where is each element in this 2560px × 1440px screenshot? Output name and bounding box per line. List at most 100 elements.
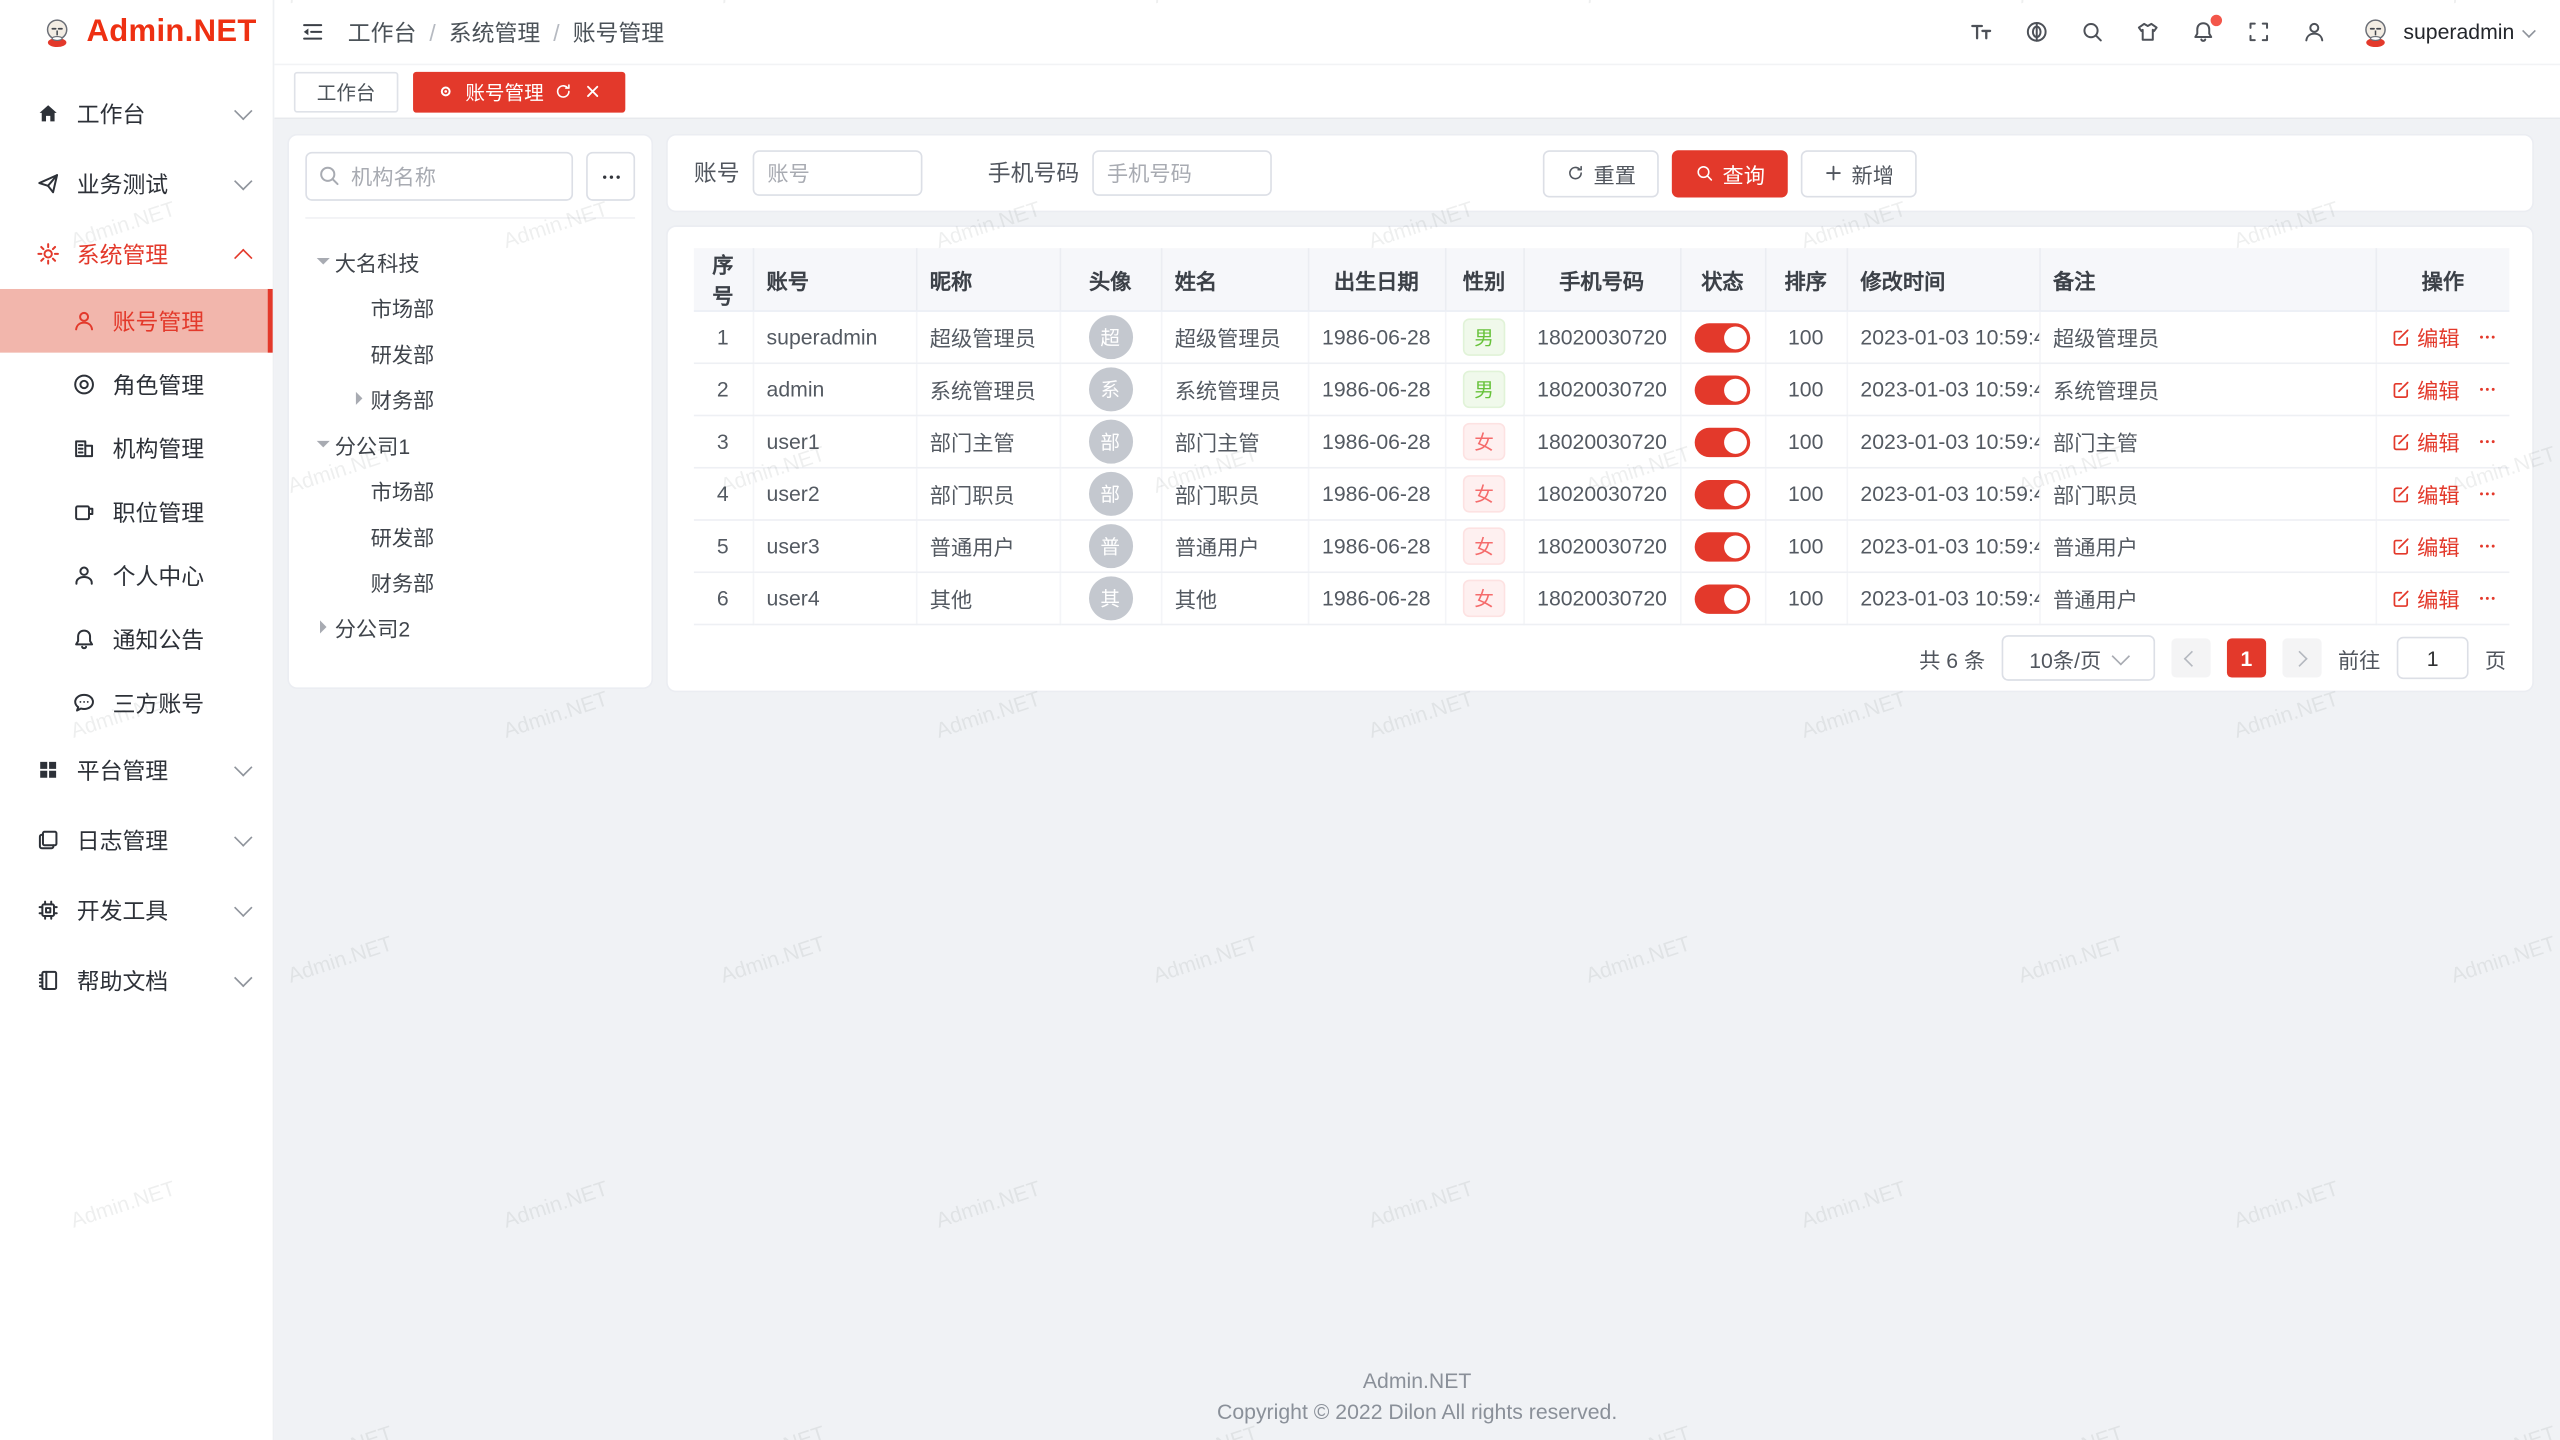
search-label: 查询 [1722, 158, 1764, 189]
tab-label: 账号管理 [465, 78, 543, 106]
status-toggle[interactable] [1695, 584, 1751, 613]
sidebar-subitem[interactable]: 个人中心 [0, 544, 273, 608]
tree-node[interactable]: 财务部 [305, 558, 635, 604]
add-button[interactable]: 新增 [1801, 149, 1917, 196]
sidebar-subitem[interactable]: 职位管理 [0, 480, 273, 544]
phone-input[interactable] [1092, 150, 1272, 196]
sidebar-item[interactable]: 业务测试 [0, 149, 273, 219]
tree-node[interactable]: 分公司1 [305, 421, 635, 467]
user-menu[interactable]: superadmin [2358, 14, 2534, 50]
goto-page-input[interactable] [2397, 637, 2469, 679]
sidebar-subitem[interactable]: 三方账号 [0, 671, 273, 735]
cell-order: 100 [1765, 520, 1847, 572]
sidebar-subitem[interactable]: 角色管理 [0, 353, 273, 417]
cell-index: 6 [694, 572, 753, 624]
theme-shirt-icon-button[interactable] [2136, 20, 2160, 44]
search-button[interactable]: 查询 [1672, 149, 1788, 196]
cell-remark: 普通用户 [2039, 520, 2375, 572]
chevron-down-icon [2522, 23, 2536, 37]
account-input[interactable] [753, 150, 923, 196]
row-more-button[interactable] [2476, 588, 2497, 609]
cell-gender: 女 [1445, 468, 1523, 520]
tree-node[interactable]: 大名科技 [305, 238, 635, 284]
sidebar-item-label: 系统管理 [77, 238, 237, 271]
avatar-emoji-icon [2358, 14, 2394, 50]
sidebar-item[interactable]: 开发工具 [0, 875, 273, 945]
language-icon-button[interactable] [2025, 20, 2049, 44]
edit-button[interactable]: 编辑 [2389, 374, 2459, 405]
caret-closed-icon[interactable] [312, 616, 335, 639]
row-more-button[interactable] [2476, 483, 2497, 504]
prev-page-button[interactable] [2171, 638, 2210, 677]
reset-button[interactable]: 重置 [1543, 149, 1659, 196]
person-icon-button[interactable] [2302, 20, 2326, 44]
edit-button[interactable]: 编辑 [2389, 426, 2459, 457]
cell-gender: 女 [1445, 520, 1523, 572]
sidebar-item[interactable]: 帮助文档 [0, 945, 273, 1015]
row-more-button[interactable] [2476, 431, 2497, 452]
cell-index: 5 [694, 520, 753, 572]
org-more-button[interactable] [586, 152, 635, 201]
cell-index: 4 [694, 468, 753, 520]
sidebar-subitem[interactable]: 账号管理 [0, 289, 273, 353]
sidebar-item[interactable]: 平台管理 [0, 735, 273, 805]
sidebar-subitem-label: 通知公告 [113, 623, 204, 656]
sidebar-subitem-label: 职位管理 [113, 496, 204, 529]
status-toggle[interactable] [1695, 322, 1751, 351]
gender-tag: 女 [1463, 580, 1505, 618]
breadcrumb-item[interactable]: 系统管理 [449, 16, 540, 49]
bell-icon-button[interactable] [2191, 20, 2215, 44]
status-toggle[interactable] [1695, 531, 1751, 560]
page-number-current[interactable]: 1 [2227, 638, 2266, 677]
sidebar-item[interactable]: 日志管理 [0, 805, 273, 875]
collapse-sidebar-icon[interactable] [300, 20, 324, 44]
close-icon[interactable] [583, 82, 603, 102]
status-toggle[interactable] [1695, 375, 1751, 404]
tab-active[interactable]: 账号管理 [413, 71, 625, 112]
breadcrumb-item[interactable]: 账号管理 [573, 16, 664, 49]
page-size-select[interactable]: 10条/页 [2002, 635, 2155, 681]
column-header-birthdate: 出生日期 [1308, 248, 1445, 311]
caret-closed-icon[interactable] [348, 387, 371, 410]
refresh-icon[interactable] [554, 82, 574, 102]
row-more-button[interactable] [2476, 536, 2497, 557]
sidebar-subitem[interactable]: 机构管理 [0, 416, 273, 480]
tab-label: 工作台 [317, 78, 376, 106]
tree-node[interactable]: 市场部 [305, 284, 635, 330]
tree-node[interactable]: 研发部 [305, 330, 635, 376]
chevron-left-icon [2185, 650, 2201, 666]
tree-node[interactable]: 研发部 [305, 513, 635, 559]
cell-nickname: 其他 [916, 572, 1060, 624]
edit-label: 编辑 [2417, 322, 2459, 353]
row-more-button[interactable] [2476, 327, 2497, 348]
cell-order: 100 [1765, 416, 1847, 468]
caret-open-icon[interactable] [312, 250, 335, 273]
cell-remark: 普通用户 [2039, 572, 2375, 624]
edit-button[interactable]: 编辑 [2389, 583, 2459, 614]
caret-open-icon[interactable] [312, 433, 335, 456]
tree-node[interactable]: 财务部 [305, 376, 635, 422]
sidebar-item[interactable]: 工作台 [0, 78, 273, 148]
org-search-input[interactable] [305, 152, 573, 201]
status-toggle[interactable] [1695, 479, 1751, 508]
font-size-icon-button[interactable] [1969, 20, 1993, 44]
breadcrumb: 工作台/系统管理/账号管理 [348, 16, 664, 49]
app-window: Admin.NET 工作台业务测试系统管理账号管理角色管理机构管理职位管理个人中… [0, 0, 2560, 1440]
sidebar-subitem[interactable]: 通知公告 [0, 607, 273, 671]
edit-button[interactable]: 编辑 [2389, 478, 2459, 509]
next-page-button[interactable] [2282, 638, 2321, 677]
fullscreen-icon-button[interactable] [2247, 20, 2271, 44]
cell-actions: 编辑 [2376, 363, 2510, 415]
tree-node[interactable]: 市场部 [305, 467, 635, 513]
sidebar-item[interactable]: 系统管理 [0, 219, 273, 289]
role-icon [72, 372, 96, 396]
breadcrumb-item[interactable]: 工作台 [348, 16, 417, 49]
search-icon-button[interactable] [2080, 20, 2104, 44]
footer-copyright: Copyright © 2022 Dilon All rights reserv… [274, 1396, 2560, 1427]
edit-button[interactable]: 编辑 [2389, 322, 2459, 353]
row-more-button[interactable] [2476, 379, 2497, 400]
tab-item[interactable]: 工作台 [294, 71, 399, 112]
tree-node[interactable]: 分公司2 [305, 604, 635, 650]
status-toggle[interactable] [1695, 427, 1751, 456]
edit-button[interactable]: 编辑 [2389, 531, 2459, 562]
